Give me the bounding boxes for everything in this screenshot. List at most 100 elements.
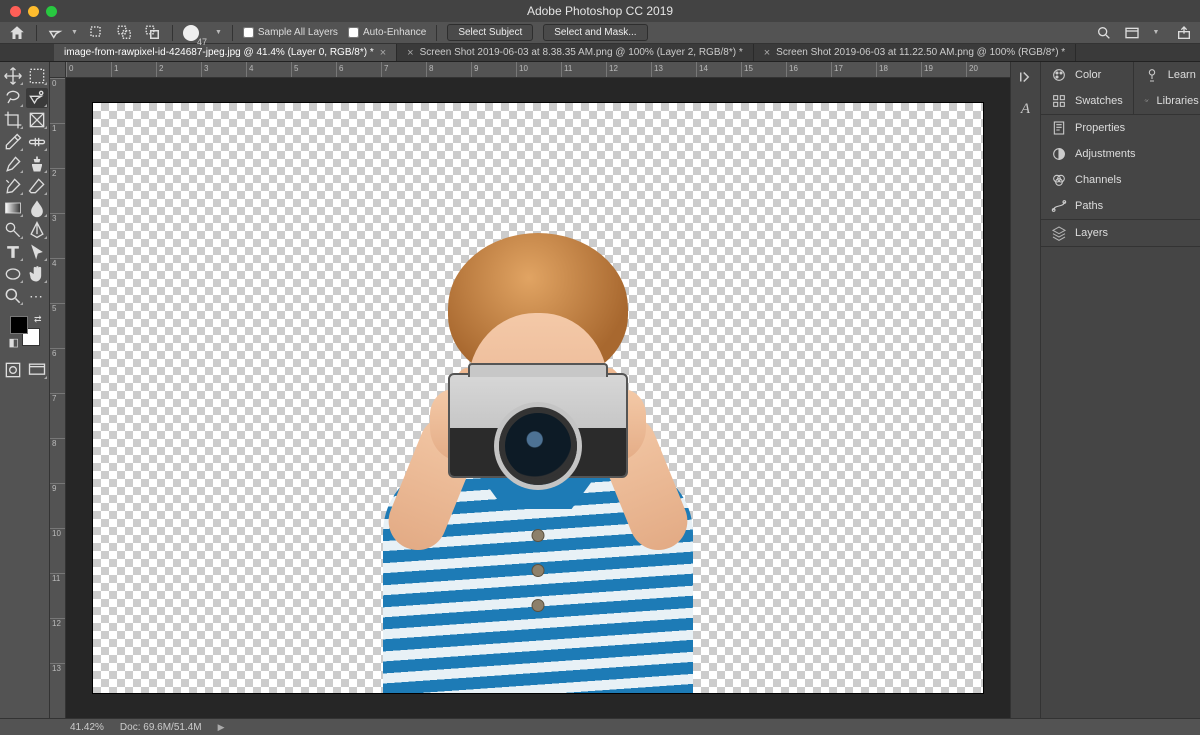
zoom-window-button[interactable] — [46, 6, 57, 17]
type-panel-icon[interactable]: A — [1017, 100, 1035, 118]
blur-tool[interactable] — [26, 198, 48, 218]
panel-tab-channels[interactable]: Channels — [1041, 167, 1200, 193]
auto-enhance-checkbox[interactable]: Auto-Enhance — [348, 27, 426, 38]
tab-label: Screen Shot 2019-06-03 at 8.38.35 AM.png… — [420, 47, 743, 58]
app-title: Adobe Photoshop CC 2019 — [0, 4, 1200, 18]
default-colors-icon[interactable]: ◧ — [9, 336, 19, 349]
ruler-mark: 16 — [786, 62, 798, 77]
ruler-mark: 13 — [651, 62, 663, 77]
window-controls — [0, 6, 57, 17]
tab-label: Screen Shot 2019-06-03 at 11.22.50 AM.pn… — [776, 47, 1065, 58]
ruler-mark: 10 — [50, 528, 65, 538]
panel-tab-libraries[interactable]: Libraries — [1134, 88, 1200, 114]
close-tab-icon[interactable]: × — [407, 47, 413, 59]
learn-icon — [1144, 67, 1160, 83]
libraries-icon — [1144, 93, 1149, 109]
panel-tab-learn[interactable]: Learn — [1134, 62, 1200, 88]
add-selection-icon[interactable] — [116, 24, 134, 42]
move-tool[interactable] — [2, 66, 24, 86]
path-selection-tool[interactable] — [26, 242, 48, 262]
tab-document-1[interactable]: image-from-rawpixel-id-424687-jpeg.jpg @… — [54, 44, 397, 61]
edit-toolbar-button[interactable]: ⋯ — [26, 286, 48, 306]
lasso-tool[interactable] — [2, 88, 24, 108]
healing-brush-tool[interactable] — [26, 132, 48, 152]
paths-icon — [1051, 198, 1067, 214]
share-icon[interactable] — [1176, 25, 1192, 41]
close-window-button[interactable] — [10, 6, 21, 17]
panel-tab-properties[interactable]: Properties — [1041, 115, 1200, 141]
new-selection-icon[interactable] — [88, 24, 106, 42]
ruler-mark: 3 — [50, 213, 65, 223]
collapse-panels-icon[interactable] — [1017, 68, 1035, 86]
brush-preview[interactable]: 47 — [183, 25, 209, 41]
divider — [172, 25, 173, 41]
shape-tool[interactable] — [2, 264, 24, 284]
eyedropper-tool[interactable] — [2, 132, 24, 152]
type-tool[interactable] — [2, 242, 24, 262]
horizontal-ruler[interactable]: 01234567891011121314151617181920 — [50, 62, 1010, 78]
zoom-readout[interactable]: 41.42% — [70, 722, 104, 733]
panel-empty-area — [1040, 247, 1200, 718]
quick-mask-button[interactable] — [2, 360, 24, 380]
color-swatches[interactable]: ⇄ ◧ — [10, 316, 40, 346]
color-icon — [1051, 67, 1067, 83]
adjustments-icon — [1051, 146, 1067, 162]
hand-tool[interactable] — [26, 264, 48, 284]
divider — [36, 25, 37, 41]
subtract-selection-icon[interactable] — [144, 24, 162, 42]
ruler-mark: 11 — [561, 62, 572, 77]
close-tab-icon[interactable]: × — [380, 47, 386, 59]
sample-all-layers-checkbox[interactable]: Sample All Layers — [243, 27, 338, 38]
zoom-tool[interactable] — [2, 286, 24, 306]
pen-tool[interactable] — [26, 220, 48, 240]
ruler-mark: 4 — [246, 62, 253, 77]
panel-tab-paths[interactable]: Paths — [1041, 193, 1200, 219]
quick-select-tool-indicator[interactable] — [47, 24, 65, 42]
select-subject-button[interactable]: Select Subject — [447, 24, 533, 41]
gradient-tool[interactable] — [2, 198, 24, 218]
home-button[interactable] — [8, 24, 26, 42]
search-icon[interactable] — [1096, 25, 1112, 41]
panel-tab-adjustments[interactable]: Adjustments — [1041, 141, 1200, 167]
close-tab-icon[interactable]: × — [764, 47, 770, 59]
ruler-mark: 1 — [111, 62, 118, 77]
divider — [436, 25, 437, 41]
panel-tab-swatches[interactable]: Swatches — [1041, 88, 1133, 114]
swap-colors-icon[interactable]: ⇄ — [34, 314, 42, 325]
options-bar: ▼ 47▼ Sample All Layers Auto-Enhance Sel… — [0, 22, 1200, 44]
minimize-window-button[interactable] — [28, 6, 39, 17]
workspace-switcher-icon[interactable] — [1124, 25, 1140, 41]
document-canvas[interactable] — [93, 103, 983, 693]
select-and-mask-button[interactable]: Select and Mask... — [543, 24, 647, 41]
quick-selection-tool[interactable] — [26, 88, 48, 108]
document-viewport[interactable] — [66, 78, 1010, 718]
ruler-mark: 18 — [876, 62, 888, 77]
screen-mode-button[interactable] — [26, 360, 48, 380]
dodge-tool[interactable] — [2, 220, 24, 240]
tab-document-2[interactable]: × Screen Shot 2019-06-03 at 8.38.35 AM.pn… — [397, 44, 754, 61]
panel-tab-layers[interactable]: Layers — [1041, 220, 1200, 246]
frame-tool[interactable] — [26, 110, 48, 130]
ruler-mark: 9 — [471, 62, 478, 77]
clone-stamp-tool[interactable] — [26, 154, 48, 174]
marquee-tool[interactable] — [26, 66, 48, 86]
status-menu-icon[interactable]: ▶ — [218, 722, 225, 733]
ruler-mark: 0 — [66, 62, 73, 77]
tab-document-3[interactable]: × Screen Shot 2019-06-03 at 11.22.50 AM.p… — [754, 44, 1076, 61]
ruler-mark: 17 — [831, 62, 843, 77]
history-brush-tool[interactable] — [2, 176, 24, 196]
ruler-mark: 8 — [50, 438, 65, 448]
crop-tool[interactable] — [2, 110, 24, 130]
tab-label: image-from-rawpixel-id-424687-jpeg.jpg @… — [64, 47, 374, 58]
eraser-tool[interactable] — [26, 176, 48, 196]
ruler-mark: 20 — [966, 62, 978, 77]
ruler-mark: 1 — [50, 123, 65, 133]
foreground-color-swatch[interactable] — [10, 316, 28, 334]
vertical-ruler[interactable]: 012345678910111213 — [50, 78, 66, 718]
brush-tool[interactable] — [2, 154, 24, 174]
ruler-mark: 14 — [696, 62, 708, 77]
doc-size-readout[interactable]: Doc: 69.6M/51.4M — [120, 722, 202, 733]
panels-column: Color Swatches Learn Libraries Propertie… — [1040, 62, 1200, 718]
panel-tab-color[interactable]: Color — [1041, 62, 1133, 88]
ruler-mark: 6 — [336, 62, 343, 77]
